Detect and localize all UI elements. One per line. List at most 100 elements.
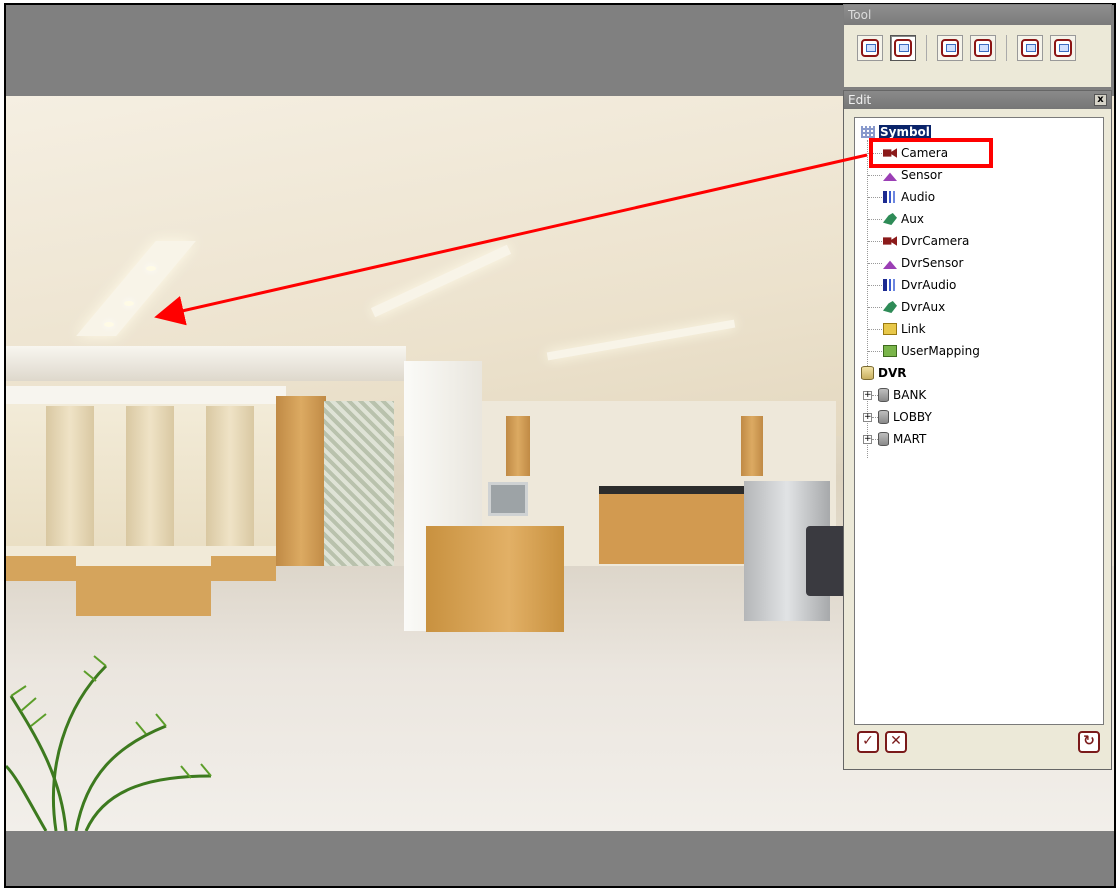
edit-mode-button[interactable] xyxy=(890,35,916,61)
edit-panel: Edit x Symbol Camera Sensor Audio Aux xyxy=(843,90,1112,770)
tree-node-mart[interactable]: + MART xyxy=(863,429,926,449)
edit-panel-footer: ✓ ✕ ↻ xyxy=(854,731,1104,755)
downlight xyxy=(146,266,156,271)
user-mapping-icon xyxy=(883,345,897,357)
refresh-icon: ↻ xyxy=(1083,733,1095,749)
tree-label-dvr: DVR xyxy=(878,366,907,380)
aux-icon xyxy=(883,213,897,225)
sensor-icon xyxy=(883,172,897,181)
tree-label: Audio xyxy=(901,190,936,204)
tree-label: BANK xyxy=(893,388,927,402)
ceiling-soffit xyxy=(6,346,406,381)
tree-node-link[interactable]: Link xyxy=(883,319,926,339)
layout-button[interactable] xyxy=(937,35,963,61)
wood-column xyxy=(276,396,326,576)
tree-label: DvrCamera xyxy=(901,234,970,248)
delete-button[interactable]: ✕ xyxy=(885,731,907,753)
copy-button[interactable] xyxy=(1017,35,1043,61)
window-icon xyxy=(861,39,879,57)
delete-icon: ✕ xyxy=(890,733,902,749)
copy-icon xyxy=(1021,39,1039,57)
wall-panel xyxy=(206,406,254,566)
tree-node-dvraux[interactable]: DvrAux xyxy=(883,297,945,317)
apply-icon: ✓ xyxy=(862,733,874,749)
wall-panel xyxy=(126,406,174,566)
save-button[interactable] xyxy=(1050,35,1076,61)
tree-label: DvrAux xyxy=(901,300,946,314)
tree-connector xyxy=(868,307,882,308)
tree-node-dvr[interactable]: DVR xyxy=(861,363,907,383)
tree-connector xyxy=(868,329,882,330)
dvr-camera-icon xyxy=(883,236,897,246)
service-counter xyxy=(599,486,749,564)
edit-panel-title-text: Edit xyxy=(848,93,872,107)
tree-node-aux[interactable]: Aux xyxy=(883,209,924,229)
edit-doc-icon xyxy=(974,39,992,57)
dvr-root-icon xyxy=(861,366,874,380)
tree-node-usermapping[interactable]: UserMapping xyxy=(883,341,980,361)
camera-highlight-box xyxy=(869,138,993,168)
tree-label: UserMapping xyxy=(901,344,980,358)
apply-button[interactable]: ✓ xyxy=(857,731,879,753)
tree-label: MART xyxy=(893,432,927,446)
link-icon xyxy=(883,323,897,335)
tree-node-sensor[interactable]: Sensor xyxy=(883,165,942,185)
dvr-device-icon xyxy=(878,432,889,446)
toolbar-separator xyxy=(926,35,927,61)
tool-palette-title: Tool xyxy=(844,5,1111,25)
dvr-sensor-icon xyxy=(883,260,897,269)
wall-band xyxy=(6,386,286,404)
window-button[interactable] xyxy=(857,35,883,61)
tree-node-dvraudio[interactable]: DvrAudio xyxy=(883,275,956,295)
palm-plant xyxy=(6,655,212,831)
dvr-device-icon xyxy=(878,410,889,424)
info-desk xyxy=(426,526,564,632)
tree-label: Sensor xyxy=(901,168,943,182)
tree-node-dvrcamera[interactable]: DvrCamera xyxy=(883,231,969,251)
tree-node-dvrsensor[interactable]: DvrSensor xyxy=(883,253,963,273)
edit-pen-icon xyxy=(894,39,912,57)
expand-icon[interactable]: + xyxy=(863,434,872,444)
edit-doc-button[interactable] xyxy=(970,35,996,61)
wall-panel xyxy=(46,406,94,566)
dvr-device-icon xyxy=(878,388,889,402)
tree-connector xyxy=(868,175,882,176)
downlight xyxy=(124,301,134,306)
symbol-group-icon xyxy=(861,126,875,138)
tree-connector xyxy=(868,197,882,198)
tree-label-symbol: Symbol xyxy=(879,125,931,139)
close-button[interactable]: x xyxy=(1094,94,1107,106)
tree-label: LOBBY xyxy=(893,410,932,424)
symbol-tree: Symbol Camera Sensor Audio Aux DvrCamera xyxy=(854,117,1104,725)
tree-guide xyxy=(867,140,868,380)
edit-panel-title: Edit x xyxy=(844,91,1111,109)
wood-panel xyxy=(506,416,530,476)
dvr-audio-icon xyxy=(883,279,897,291)
tree-label: DvrSensor xyxy=(901,256,964,270)
tree-label: DvrAudio xyxy=(901,278,957,292)
wood-panel xyxy=(741,416,763,476)
tree-connector xyxy=(868,241,882,242)
audio-icon xyxy=(883,191,897,203)
tv-monitor xyxy=(488,482,528,516)
tree-node-lobby[interactable]: + LOBBY xyxy=(863,407,932,427)
refresh-button[interactable]: ↻ xyxy=(1078,731,1100,753)
tree-label: Aux xyxy=(901,212,924,226)
tree-connector xyxy=(868,285,882,286)
expand-icon[interactable]: + xyxy=(863,390,872,400)
tree-connector xyxy=(868,219,882,220)
tool-palette: Tool xyxy=(843,4,1112,88)
downlight xyxy=(104,322,114,327)
bottom-status-area xyxy=(6,831,1114,886)
tree-connector xyxy=(868,351,882,352)
tree-label: Link xyxy=(901,322,926,336)
glass-block-wall xyxy=(324,401,394,571)
tree-node-bank[interactable]: + BANK xyxy=(863,385,926,405)
expand-icon[interactable]: + xyxy=(863,412,872,422)
tree-connector xyxy=(868,263,882,264)
save-icon xyxy=(1054,39,1072,57)
dvr-aux-icon xyxy=(883,301,897,313)
tree-node-audio[interactable]: Audio xyxy=(883,187,935,207)
toolbar-separator xyxy=(1006,35,1007,61)
layout-icon xyxy=(941,39,959,57)
